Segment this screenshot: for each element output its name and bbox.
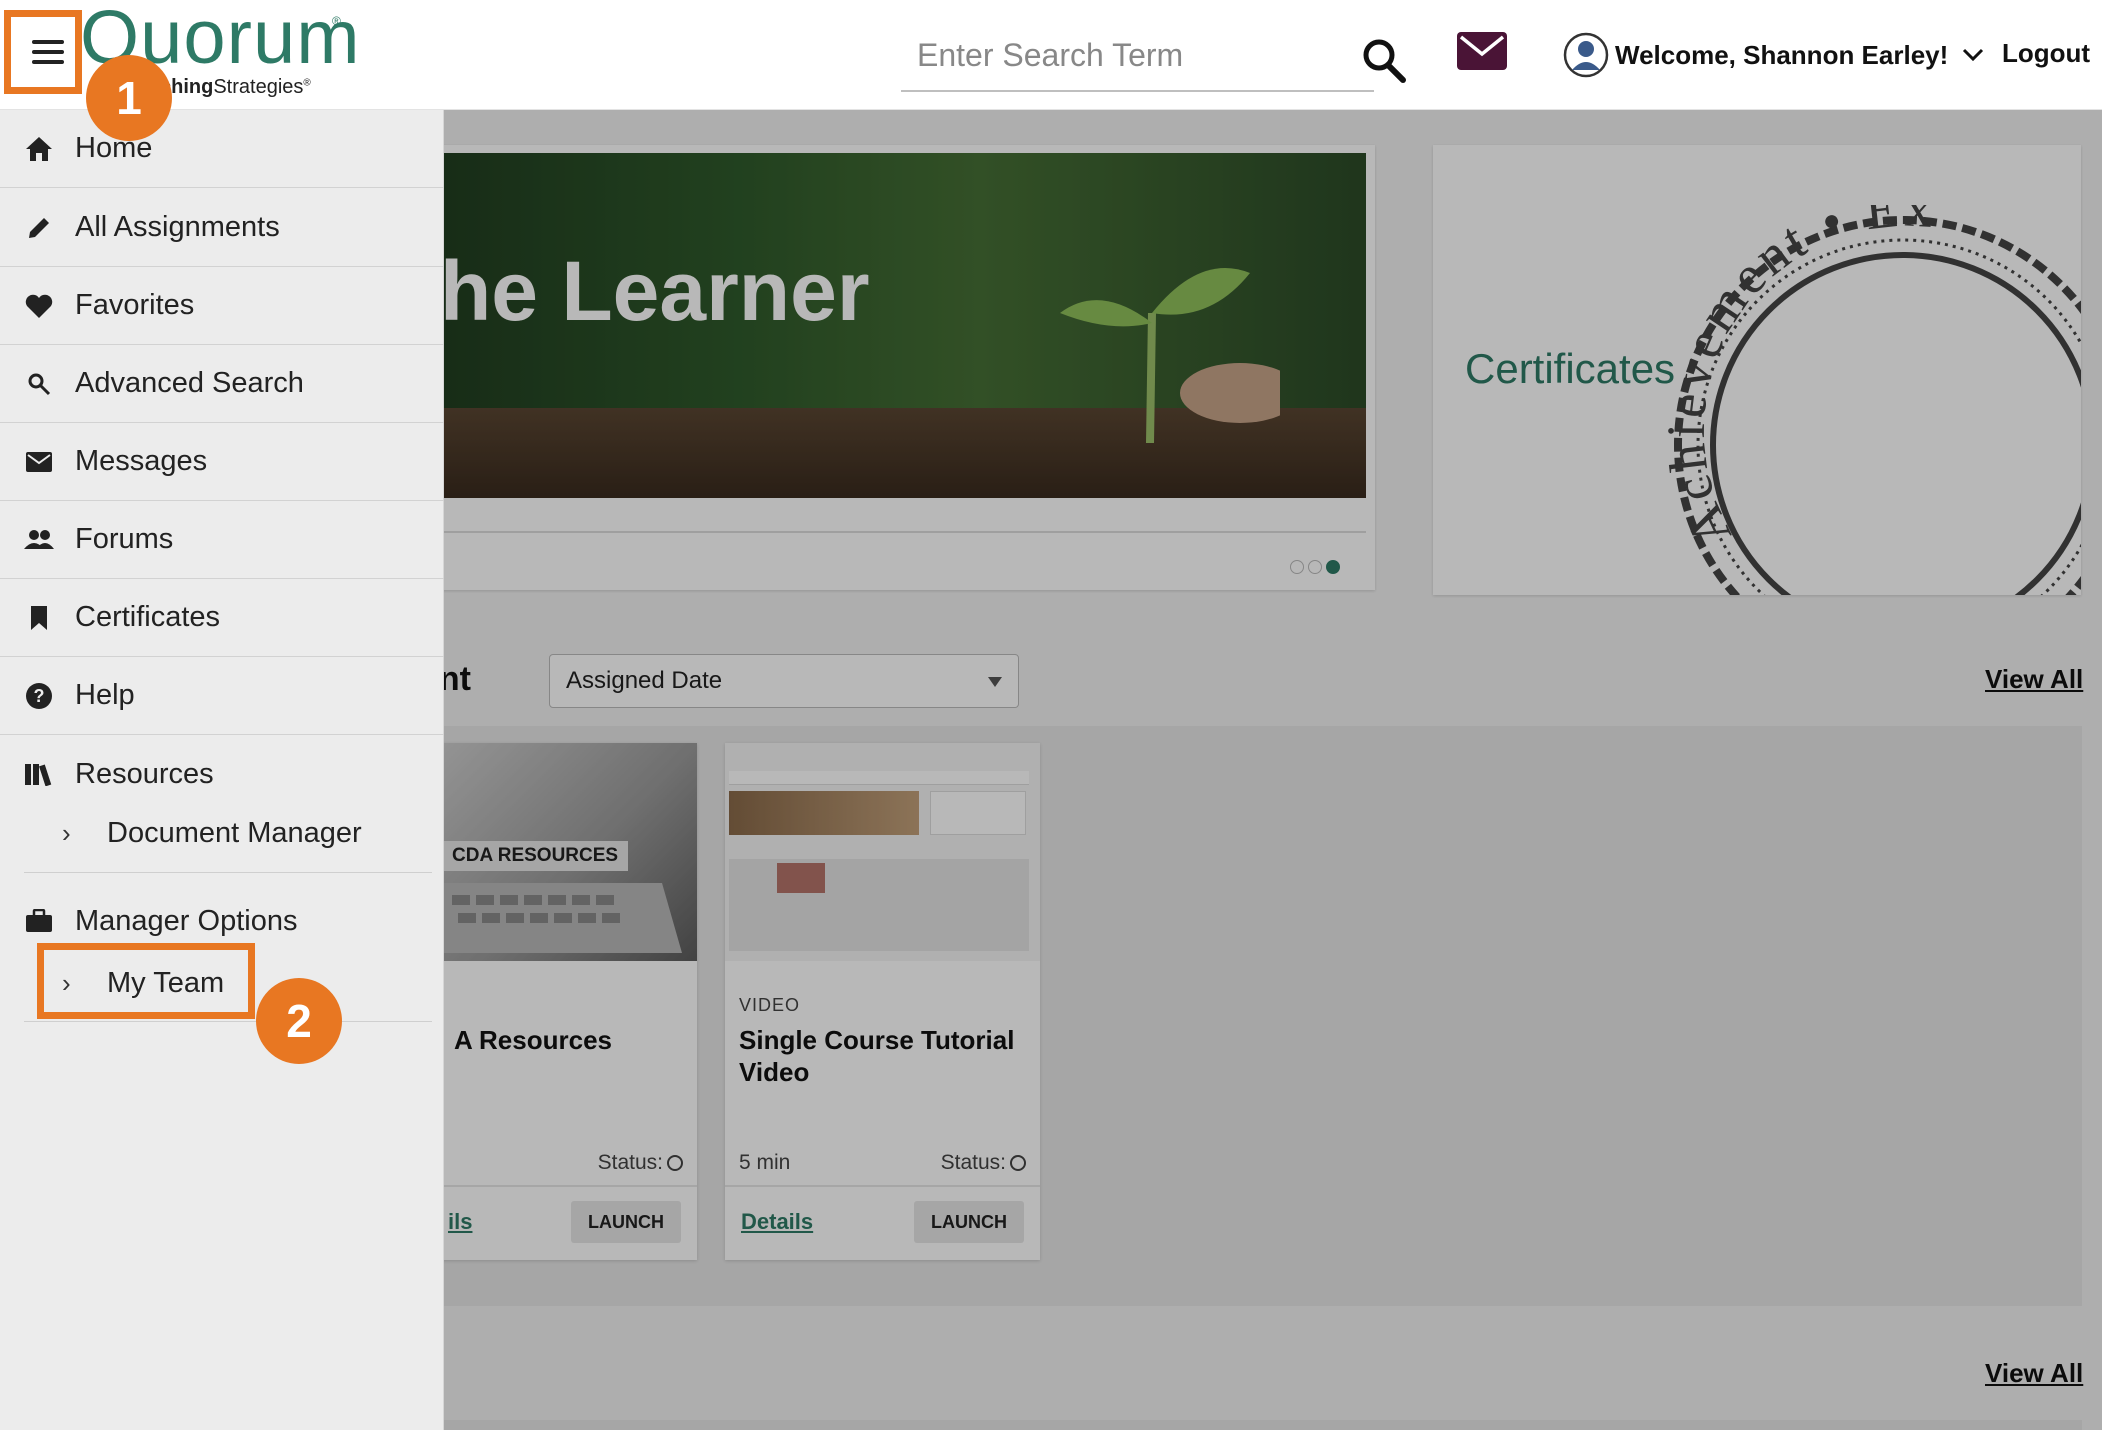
hamburger-bar: [32, 60, 64, 64]
logo-subtitle-reg: ®: [303, 77, 311, 89]
sidebar-subitem-document-manager[interactable]: › Document Manager: [0, 803, 444, 863]
search-icon: [24, 369, 54, 399]
sidebar-item-label: Messages: [75, 445, 208, 477]
logo-subtitle-rest: Strategies: [213, 76, 304, 98]
logo-registered-mark: ®: [332, 14, 341, 28]
svg-text:?: ?: [34, 686, 45, 706]
hamburger-bar: [32, 40, 64, 44]
sidebar-item-label: Forums: [75, 523, 174, 555]
sidebar-subitem-label: Document Manager: [107, 816, 362, 849]
chevron-down-icon: [1963, 48, 1984, 62]
sidebar-item-messages[interactable]: Messages: [0, 423, 444, 501]
chevron-right-icon: ›: [62, 817, 71, 848]
sidebar-item-resources[interactable]: Resources: [0, 735, 444, 813]
people-icon: [24, 525, 54, 555]
sidebar-item-label: All Assignments: [75, 211, 280, 243]
step-callout-2: 2: [256, 978, 342, 1064]
hamburger-menu-button[interactable]: [4, 10, 82, 94]
sidebar-item-label: Advanced Search: [75, 367, 304, 399]
home-icon: [24, 134, 54, 164]
logout-link[interactable]: Logout: [2002, 38, 2090, 69]
pencil-icon: [24, 213, 54, 243]
side-navigation-drawer: Home All Assignments Favorites Advanced …: [0, 110, 444, 1430]
search-icon[interactable]: [1360, 36, 1408, 84]
heart-icon: [24, 291, 54, 321]
search-input[interactable]: [915, 32, 1355, 78]
sidebar-item-label: Manager Options: [75, 904, 298, 937]
sidebar-divider: [24, 1021, 432, 1022]
bookmark-icon: [24, 603, 54, 633]
mail-icon: [24, 447, 54, 477]
sidebar-item-all-assignments[interactable]: All Assignments: [0, 189, 444, 267]
user-avatar-icon: [1563, 32, 1609, 78]
welcome-text: Welcome, Shannon Earley!: [1615, 39, 1949, 70]
sidebar-item-label: Help: [75, 679, 135, 711]
sidebar-item-help[interactable]: ? Help: [0, 657, 444, 735]
search-field: [901, 26, 1374, 92]
help-icon: ?: [24, 681, 54, 711]
hamburger-bar: [32, 50, 64, 54]
logo-subtitle: chingStrategies®: [160, 76, 311, 99]
sidebar-item-label: Favorites: [75, 289, 195, 321]
top-header: Quorum ® chingStrategies® Welcome, Shann…: [0, 0, 2102, 110]
briefcase-icon: [24, 906, 54, 936]
sidebar-divider: [24, 872, 432, 873]
user-menu[interactable]: Welcome, Shannon Earley!: [1563, 30, 1984, 80]
sidebar-item-advanced-search[interactable]: Advanced Search: [0, 345, 444, 423]
books-icon: [24, 759, 54, 789]
mail-icon[interactable]: [1457, 32, 1507, 70]
sidebar-item-label: Resources: [75, 757, 214, 790]
sidebar-item-forums[interactable]: Forums: [0, 501, 444, 579]
sidebar-item-home[interactable]: Home: [0, 110, 444, 188]
sidebar-item-favorites[interactable]: Favorites: [0, 267, 444, 345]
sidebar-item-label: Certificates: [75, 601, 221, 633]
step-callout-1: 1: [86, 55, 172, 141]
highlight-box-my-team: [37, 943, 255, 1019]
sidebar-item-certificates[interactable]: Certificates: [0, 579, 444, 657]
